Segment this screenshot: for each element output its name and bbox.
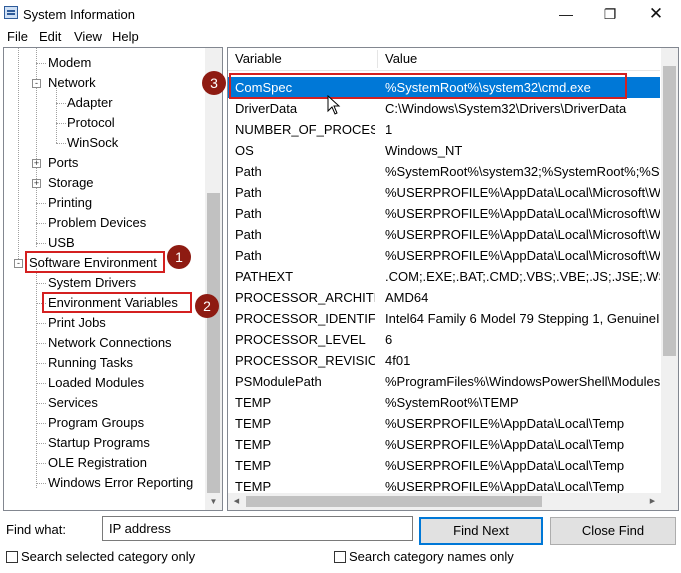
mouse-pointer-icon (327, 95, 341, 115)
list-scroll-thumb[interactable] (663, 66, 676, 356)
list-row[interactable]: NUMBER_OF_PROCESS... 1 (228, 119, 660, 140)
details-list[interactable]: Variable Value ComSpec %SystemRoot%\syst… (227, 47, 679, 511)
tree-item-protocol[interactable]: Protocol (4, 113, 204, 133)
list-header: Variable Value (228, 48, 660, 71)
menu-file[interactable]: File (7, 29, 28, 44)
tree-item-winsock[interactable]: WinSock (4, 133, 204, 153)
find-next-button[interactable]: Find Next (419, 517, 543, 545)
list-row[interactable]: TEMP %USERPROFILE%\AppData\Local\Temp (228, 434, 660, 455)
menu-bar: File Edit View Help (0, 27, 681, 47)
list-row[interactable]: Path %USERPROFILE%\AppData\Local\Microso… (228, 245, 660, 266)
collapse-icon[interactable]: - (32, 79, 41, 88)
find-what-label: Find what: (6, 522, 66, 537)
scroll-left-arrow-icon[interactable]: ◀ (228, 493, 245, 510)
collapse-icon[interactable]: - (14, 259, 23, 268)
checkbox-icon[interactable] (334, 551, 346, 563)
close-button[interactable]: ✕ (633, 0, 679, 28)
tree-item-storage[interactable]: + Storage (4, 173, 204, 193)
annotation-badge-3: 3 (202, 71, 226, 95)
list-row[interactable]: TEMP %SystemRoot%\TEMP (228, 392, 660, 413)
tree-item-problem-devices[interactable]: Problem Devices (4, 213, 204, 233)
tree-item-ole-registration[interactable]: OLE Registration (4, 453, 204, 473)
list-row[interactable]: Path %USERPROFILE%\AppData\Local\Microso… (228, 203, 660, 224)
scroll-right-arrow-icon[interactable]: ▶ (644, 493, 661, 510)
tree-item-system-drivers[interactable]: System Drivers (4, 273, 204, 293)
expand-icon[interactable]: + (32, 159, 41, 168)
tree-scroll-thumb[interactable] (207, 193, 220, 493)
annotation-badge-1: 1 (167, 245, 191, 269)
list-row[interactable]: OS Windows_NT (228, 140, 660, 161)
tree-item-modem[interactable]: Modem (4, 53, 204, 73)
list-horizontal-scrollbar[interactable]: ◀ ▶ (228, 493, 678, 510)
list-row[interactable]: PATHEXT .COM;.EXE;.BAT;.CMD;.VBS;.VBE;.J… (228, 266, 660, 287)
category-tree[interactable]: Modem - Network Adapter Protocol WinSock… (3, 47, 223, 511)
list-row[interactable]: PROCESSOR_REVISION 4f01 (228, 350, 660, 371)
list-hscroll-thumb[interactable] (246, 496, 542, 507)
tree-item-startup-programs[interactable]: Startup Programs (4, 433, 204, 453)
close-find-button[interactable]: Close Find (550, 517, 676, 545)
tree-item-services[interactable]: Services (4, 393, 204, 413)
tree-item-network[interactable]: - Network (4, 73, 204, 93)
tree-item-network-connections[interactable]: Network Connections (4, 333, 204, 353)
minimize-button[interactable]: — (543, 0, 589, 28)
annotation-badge-2: 2 (195, 294, 219, 318)
tree-item-ports[interactable]: + Ports (4, 153, 204, 173)
list-row[interactable]: Path %USERPROFILE%\AppData\Local\Microso… (228, 224, 660, 245)
menu-edit[interactable]: Edit (39, 29, 61, 44)
title-bar: System Information — ❐ ✕ (0, 0, 681, 28)
list-row[interactable]: Path %USERPROFILE%\AppData\Local\Microso… (228, 182, 660, 203)
search-selected-category-checkbox[interactable]: Search selected category only (6, 549, 246, 567)
menu-help[interactable]: Help (112, 29, 139, 44)
annotation-outline-comspec-row (229, 73, 627, 99)
maximize-button[interactable]: ❐ (587, 0, 633, 28)
find-what-input[interactable] (102, 516, 413, 541)
list-row[interactable]: PROCESSOR_ARCHITE... AMD64 (228, 287, 660, 308)
window-title: System Information (23, 7, 135, 22)
checkbox-icon[interactable] (6, 551, 18, 563)
list-row[interactable]: PROCESSOR_IDENTIFIER Intel64 Family 6 Mo… (228, 308, 660, 329)
tree-item-print-jobs[interactable]: Print Jobs (4, 313, 204, 333)
column-header-variable[interactable]: Variable (228, 48, 377, 70)
menu-view[interactable]: View (74, 29, 102, 44)
search-category-names-checkbox[interactable]: Search category names only (334, 549, 574, 567)
tree-item-printing[interactable]: Printing (4, 193, 204, 213)
tree-vertical-scrollbar[interactable]: ▼ (205, 48, 222, 510)
list-row[interactable]: Path %SystemRoot%\system32;%SystemRoot%;… (228, 161, 660, 182)
tree-item-program-groups[interactable]: Program Groups (4, 413, 204, 433)
list-row[interactable]: TEMP %USERPROFILE%\AppData\Local\Temp (228, 455, 660, 476)
column-header-value[interactable]: Value (378, 48, 660, 70)
list-row[interactable]: PROCESSOR_LEVEL 6 (228, 329, 660, 350)
list-row[interactable]: PSModulePath %ProgramFiles%\WindowsPower… (228, 371, 660, 392)
tree-item-adapter[interactable]: Adapter (4, 93, 204, 113)
expand-icon[interactable]: + (32, 179, 41, 188)
annotation-outline-environment-variables (42, 292, 192, 313)
list-row[interactable]: DriverData C:\Windows\System32\Drivers\D… (228, 98, 660, 119)
list-row[interactable]: TEMP %USERPROFILE%\AppData\Local\Temp (228, 413, 660, 434)
tree-item-windows-error-reporting[interactable]: Windows Error Reporting (4, 473, 204, 493)
tree-item-loaded-modules[interactable]: Loaded Modules (4, 373, 204, 393)
scroll-down-arrow-icon[interactable]: ▼ (205, 493, 222, 510)
tree-item-running-tasks[interactable]: Running Tasks (4, 353, 204, 373)
system-information-icon (4, 6, 18, 19)
annotation-outline-software-environment (25, 251, 165, 273)
list-vertical-scrollbar[interactable] (661, 48, 678, 493)
